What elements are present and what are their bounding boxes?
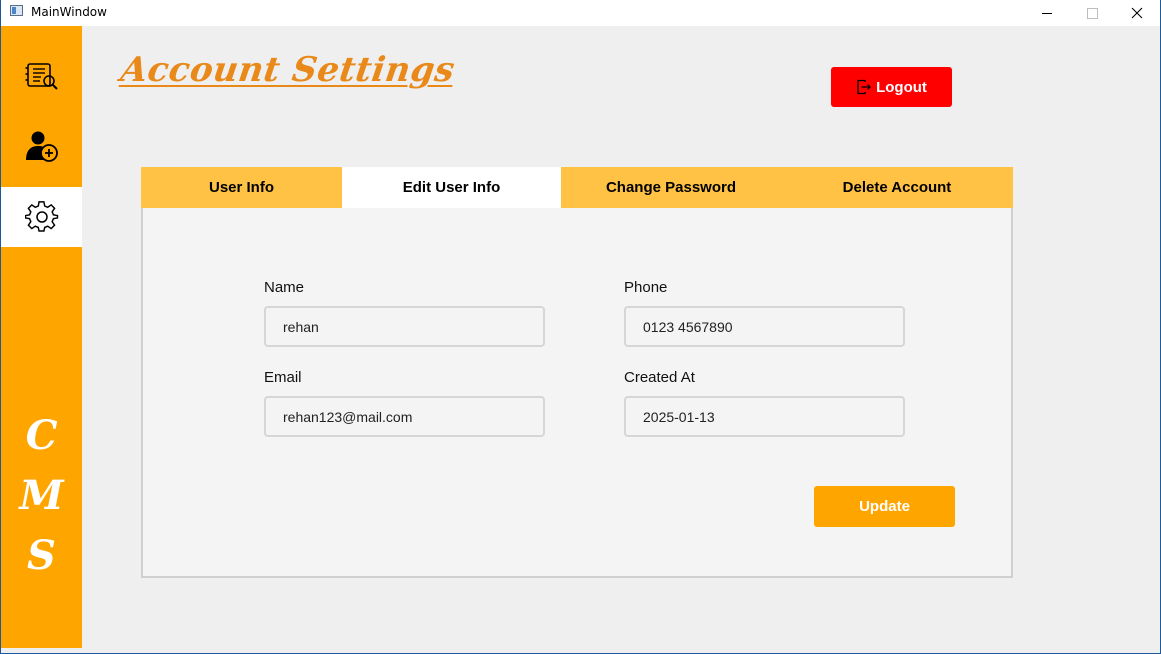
client-area: C M S Account Settings Logout User Info … [1, 26, 1160, 653]
brand-letter: S [27, 532, 56, 579]
account-settings-panel: User Info Edit User Info Change Password… [141, 167, 1013, 578]
minimize-icon [1042, 13, 1052, 14]
maximize-icon [1086, 7, 1098, 19]
tab-edit-user-info[interactable]: Edit User Info [342, 167, 561, 208]
close-button[interactable] [1114, 0, 1160, 26]
logout-icon [857, 79, 872, 95]
email-field[interactable]: rehan123@mail.com [264, 396, 545, 437]
logout-label: Logout [876, 78, 927, 96]
phone-field[interactable]: 0123 4567890 [624, 306, 905, 347]
sidebar: C M S [1, 26, 82, 648]
tab-bar: User Info Edit User Info Change Password… [141, 167, 1013, 208]
brand-letter: C [25, 412, 58, 459]
sidebar-item-directory[interactable] [1, 46, 82, 106]
created-at-label: Created At [624, 369, 695, 386]
page-title: Account Settings [118, 50, 458, 90]
phone-label: Phone [624, 279, 668, 296]
name-field[interactable]: rehan [264, 306, 545, 347]
add-user-icon [25, 131, 58, 162]
minimize-button[interactable] [1024, 0, 1070, 26]
close-icon [1131, 7, 1143, 19]
app-window-icon [10, 5, 23, 16]
cms-brand: C M S [1, 406, 82, 586]
main-window: MainWindow C M S Account Settings Logout… [0, 0, 1161, 654]
name-label: Name [264, 279, 305, 296]
update-button[interactable]: Update [814, 486, 955, 527]
title-bar: MainWindow [1, 0, 1160, 26]
sidebar-item-settings[interactable] [1, 187, 82, 247]
email-label: Email [264, 369, 302, 386]
sidebar-item-add-user[interactable] [1, 116, 82, 176]
logout-button[interactable]: Logout [831, 67, 952, 107]
tab-change-password[interactable]: Change Password [561, 167, 781, 208]
created-at-field[interactable]: 2025-01-13 [624, 396, 905, 437]
edit-user-info-form: Name rehan Phone 0123 4567890 Email reha… [141, 208, 1013, 578]
brand-letter: M [19, 472, 64, 519]
gear-icon [24, 201, 58, 232]
maximize-button[interactable] [1069, 0, 1115, 26]
tab-user-info[interactable]: User Info [141, 167, 342, 208]
window-title: MainWindow [31, 5, 107, 19]
tab-delete-account[interactable]: Delete Account [781, 167, 1013, 208]
directory-book-icon [25, 63, 58, 90]
